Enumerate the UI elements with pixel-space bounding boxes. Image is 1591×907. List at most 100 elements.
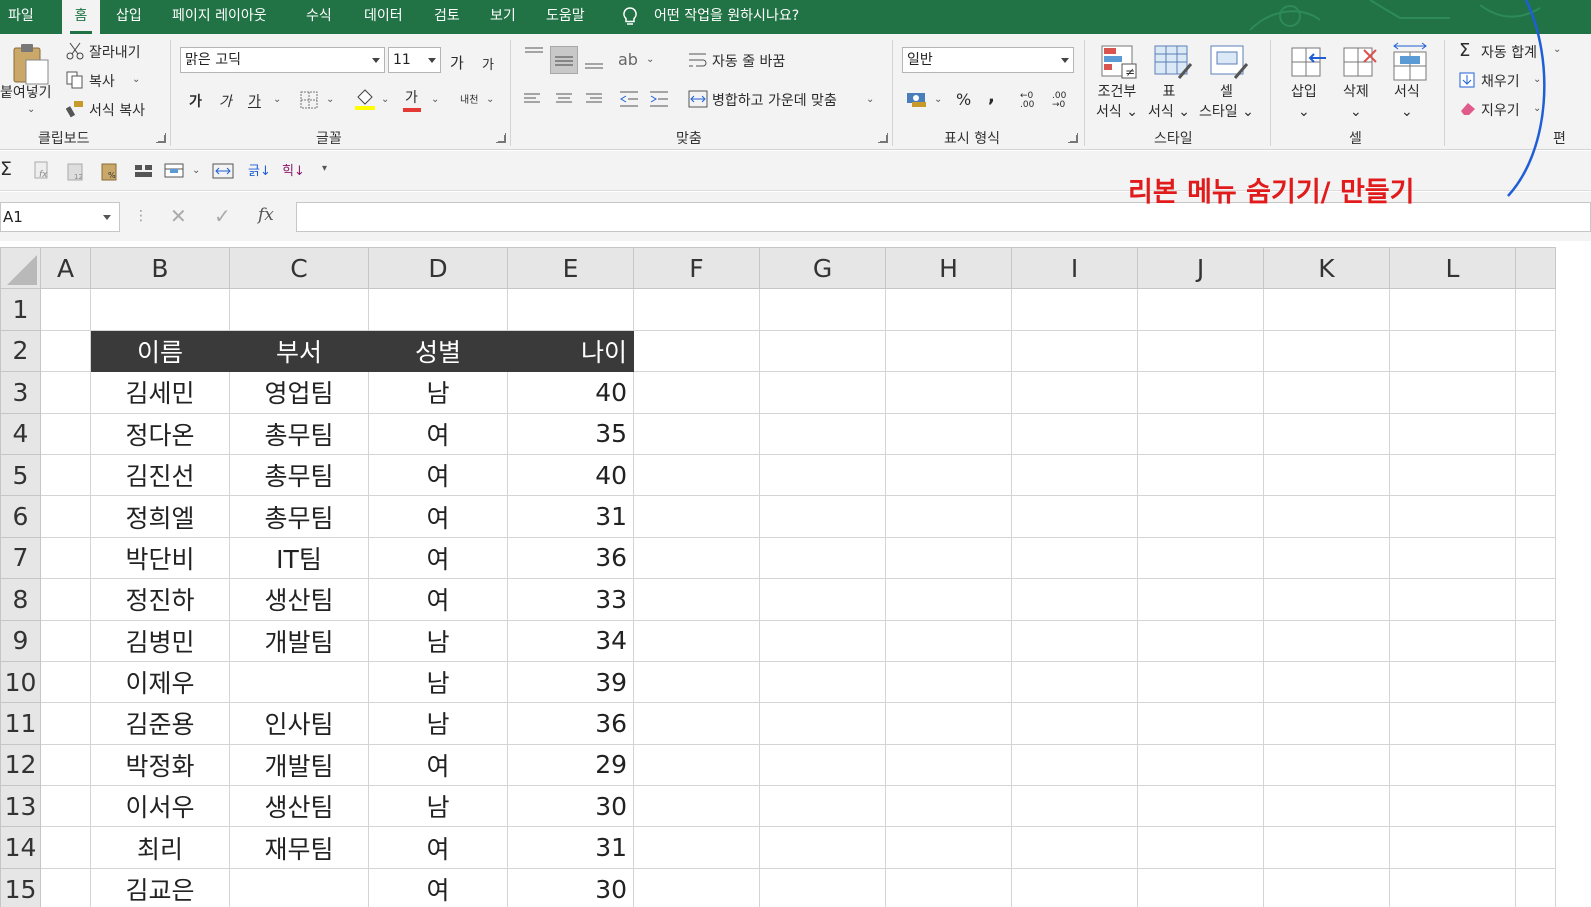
column-header-l[interactable]: L — [1389, 247, 1516, 290]
cell[interactable] — [759, 743, 886, 787]
qat-autosum-icon[interactable]: Σ — [0, 158, 12, 180]
cell[interactable] — [1137, 619, 1264, 662]
cell[interactable] — [40, 743, 91, 787]
cell[interactable] — [1389, 536, 1516, 580]
cell[interactable] — [1263, 785, 1390, 828]
cell[interactable] — [1011, 702, 1138, 745]
cell[interactable] — [633, 453, 760, 497]
dept-cell[interactable]: 생산팀 — [229, 578, 369, 621]
cell[interactable] — [40, 412, 91, 455]
insert-cells-button[interactable]: 삽입 ⌄ — [1291, 82, 1317, 122]
tab-home[interactable]: 홈 — [62, 0, 100, 34]
cell[interactable] — [1389, 329, 1516, 373]
number-format-combo[interactable]: 일반 — [902, 47, 1074, 73]
cell[interactable] — [1389, 660, 1516, 704]
cell[interactable] — [759, 329, 886, 373]
name-cell[interactable]: 박정화 — [90, 743, 230, 787]
gender-cell[interactable]: 남 — [368, 371, 508, 414]
border-icon[interactable] — [300, 91, 318, 109]
row-header[interactable]: 4 — [0, 412, 41, 455]
age-cell[interactable]: 31 — [507, 495, 634, 538]
cell[interactable] — [1263, 495, 1390, 538]
name-cell[interactable]: 정진하 — [90, 578, 230, 621]
qat-sort-desc-icon[interactable]: 힉↓ — [282, 160, 305, 179]
cell[interactable] — [40, 453, 91, 497]
cell[interactable] — [1011, 660, 1138, 704]
cell[interactable] — [1011, 619, 1138, 662]
italic-button[interactable]: 가 — [219, 91, 232, 111]
qat-fit-width-icon[interactable] — [212, 163, 234, 179]
column-header-partial[interactable] — [1515, 247, 1556, 290]
cell[interactable] — [1011, 288, 1138, 331]
name-box[interactable]: A1 — [0, 202, 120, 232]
font-size-combo[interactable]: 11 — [388, 47, 441, 73]
age-cell[interactable]: 36 — [507, 536, 634, 580]
cell[interactable] — [885, 536, 1012, 580]
cell[interactable] — [1011, 371, 1138, 414]
cell[interactable] — [1389, 867, 1516, 907]
bold-button[interactable]: 가 — [189, 91, 202, 111]
header-cell-age[interactable]: 나이 — [507, 329, 634, 373]
paste-dropdown-icon[interactable]: ⌄ — [27, 104, 35, 115]
name-cell[interactable]: 이제우 — [90, 660, 230, 704]
cell[interactable] — [759, 702, 886, 745]
cell[interactable] — [1515, 785, 1556, 828]
row-header[interactable]: 13 — [0, 785, 41, 828]
name-cell[interactable]: 박단비 — [90, 536, 230, 580]
cell[interactable] — [885, 371, 1012, 414]
cell[interactable] — [1515, 867, 1556, 907]
cell[interactable] — [1389, 826, 1516, 869]
paste-button[interactable]: 붙여넣기 — [0, 82, 52, 102]
cell[interactable] — [885, 785, 1012, 828]
row-header[interactable]: 3 — [0, 371, 41, 414]
gender-cell[interactable]: 남 — [368, 660, 508, 704]
column-header-j[interactable]: J — [1137, 247, 1264, 290]
cell[interactable] — [1137, 536, 1264, 580]
column-header-e[interactable]: E — [507, 247, 634, 290]
cell[interactable] — [1263, 536, 1390, 580]
cell[interactable] — [1011, 826, 1138, 869]
cell[interactable] — [1515, 288, 1556, 331]
dept-cell[interactable]: 총무팀 — [229, 495, 369, 538]
cell[interactable] — [1011, 329, 1138, 373]
cell[interactable] — [1263, 371, 1390, 414]
cell[interactable] — [885, 619, 1012, 662]
cell[interactable] — [633, 702, 760, 745]
cell[interactable] — [1137, 578, 1264, 621]
qat-table-dropdown-icon[interactable]: ⌄ — [192, 165, 200, 176]
column-header-f[interactable]: F — [633, 247, 760, 290]
cell[interactable] — [1515, 453, 1556, 497]
tab-data[interactable]: 데이터 — [364, 0, 403, 34]
cell[interactable] — [1515, 702, 1556, 745]
cell[interactable] — [759, 536, 886, 580]
gender-cell[interactable] — [368, 288, 508, 331]
cell[interactable] — [40, 536, 91, 580]
age-cell[interactable]: 35 — [507, 412, 634, 455]
cell[interactable] — [1515, 329, 1556, 373]
qat-customize-icon[interactable]: ▾ — [322, 163, 327, 174]
row-header[interactable]: 15 — [0, 867, 41, 907]
cell[interactable] — [1011, 536, 1138, 580]
column-header-k[interactable]: K — [1263, 247, 1390, 290]
dept-cell[interactable] — [229, 660, 369, 704]
dept-cell[interactable]: 개발팀 — [229, 619, 369, 662]
gender-cell[interactable]: 여 — [368, 578, 508, 621]
cell[interactable] — [759, 826, 886, 869]
enter-icon[interactable]: ✓ — [214, 204, 231, 228]
column-header-i[interactable]: I — [1011, 247, 1138, 290]
format-cells-button[interactable]: 서식 ⌄ — [1394, 82, 1420, 122]
age-cell[interactable]: 30 — [507, 867, 634, 907]
cell[interactable] — [759, 867, 886, 907]
cell[interactable] — [1137, 785, 1264, 828]
align-middle-button[interactable] — [550, 46, 578, 74]
tab-review[interactable]: 검토 — [434, 0, 460, 34]
tab-page-layout[interactable]: 페이지 레이아웃 — [172, 0, 267, 34]
cell[interactable] — [1011, 495, 1138, 538]
age-cell[interactable]: 33 — [507, 578, 634, 621]
row-header[interactable]: 7 — [0, 536, 41, 580]
header-cell-name[interactable]: 이름 — [90, 329, 230, 373]
cell[interactable] — [633, 660, 760, 704]
cell[interactable] — [1011, 743, 1138, 787]
merge-center-button[interactable]: 병합하고 가운데 맞춤 — [712, 90, 837, 110]
cell[interactable] — [759, 288, 886, 331]
